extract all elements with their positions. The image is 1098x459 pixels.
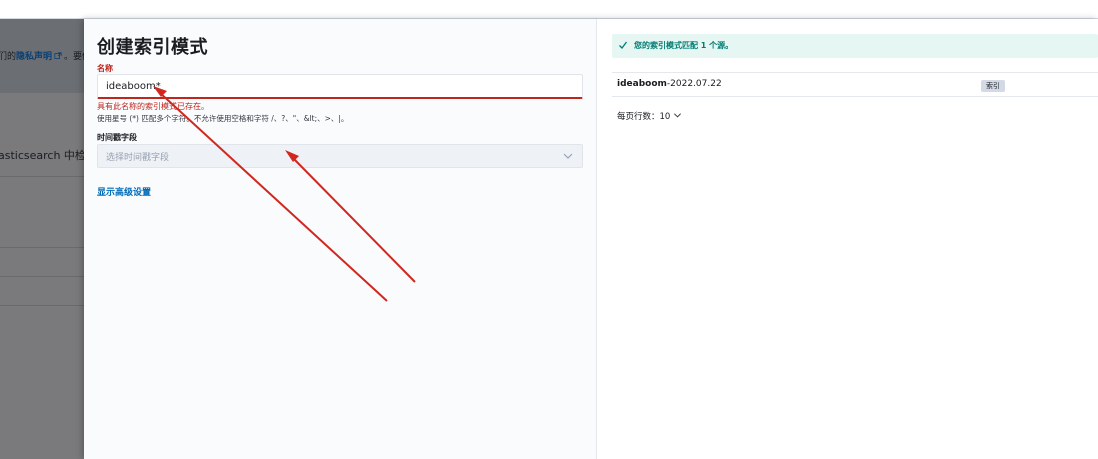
- index-type-badge: 索引: [981, 80, 1005, 92]
- top-bar: [0, 0, 1098, 19]
- name-label: 名称: [97, 64, 113, 73]
- timestamp-placeholder: 选择时间戳字段: [106, 153, 170, 163]
- background-divider: [0, 305, 84, 306]
- flyout-title: 创建索引模式: [97, 37, 208, 58]
- table-row-index-name: ideaboom-2022.07.22: [617, 79, 722, 89]
- rows-per-page-label: 每页行数：: [617, 112, 660, 122]
- match-callout: 您的索引模式匹配 1 个源。: [612, 34, 1098, 58]
- table-divider: [612, 96, 1098, 97]
- background-banner: 们的隐私声明 。要停: [0, 19, 84, 93]
- name-help-text: 使用星号 (*) 匹配多个字符。不允许使用空格和字符 /、?、"、&lt;、>、…: [97, 114, 349, 123]
- background-banner-text: 们的隐私声明 。要停: [0, 49, 84, 62]
- create-index-pattern-flyout: 创建索引模式 名称 具有此名称的索引模式已存在。 使用星号 (*) 匹配多个字符…: [84, 19, 1098, 459]
- callout-message: 您的索引模式匹配 1 个源。: [634, 41, 734, 50]
- banner-suffix: 。要停: [64, 52, 84, 62]
- form-column: 创建索引模式 名称 具有此名称的索引模式已存在。 使用星号 (*) 匹配多个字符…: [84, 19, 597, 459]
- background-body-text: asticsearch 中检索数: [0, 149, 84, 162]
- timestamp-select[interactable]: 选择时间戳字段: [97, 144, 583, 168]
- background-divider: [0, 247, 84, 248]
- rows-per-page-button[interactable]: 每页行数：10: [617, 110, 682, 122]
- screen: 们的隐私声明 。要停 asticsearch 中检索数 创建索引模式 名称 具有此…: [0, 0, 1098, 459]
- banner-prefix: 们的: [0, 52, 17, 62]
- check-icon: [619, 41, 628, 49]
- table-divider: [612, 72, 1098, 73]
- rows-per-page-value: 10: [659, 112, 671, 122]
- index-name-rest: -2022.07.22: [666, 79, 722, 89]
- privacy-link: 隐私声明: [16, 52, 53, 62]
- background-divider: [0, 176, 84, 177]
- name-input[interactable]: [97, 74, 583, 99]
- chevron-down-icon: [563, 153, 573, 159]
- name-error: 具有此名称的索引模式已存在。: [97, 102, 209, 111]
- external-link-icon: [54, 52, 62, 59]
- chevron-down-icon: [674, 113, 682, 118]
- timestamp-label: 时间戳字段: [97, 133, 137, 142]
- background-divider: [0, 276, 84, 277]
- show-advanced-settings-link[interactable]: 显示高级设置: [97, 185, 151, 198]
- index-name-match: ideaboom: [617, 79, 667, 89]
- background-page: 们的隐私声明 。要停 asticsearch 中检索数: [0, 19, 84, 459]
